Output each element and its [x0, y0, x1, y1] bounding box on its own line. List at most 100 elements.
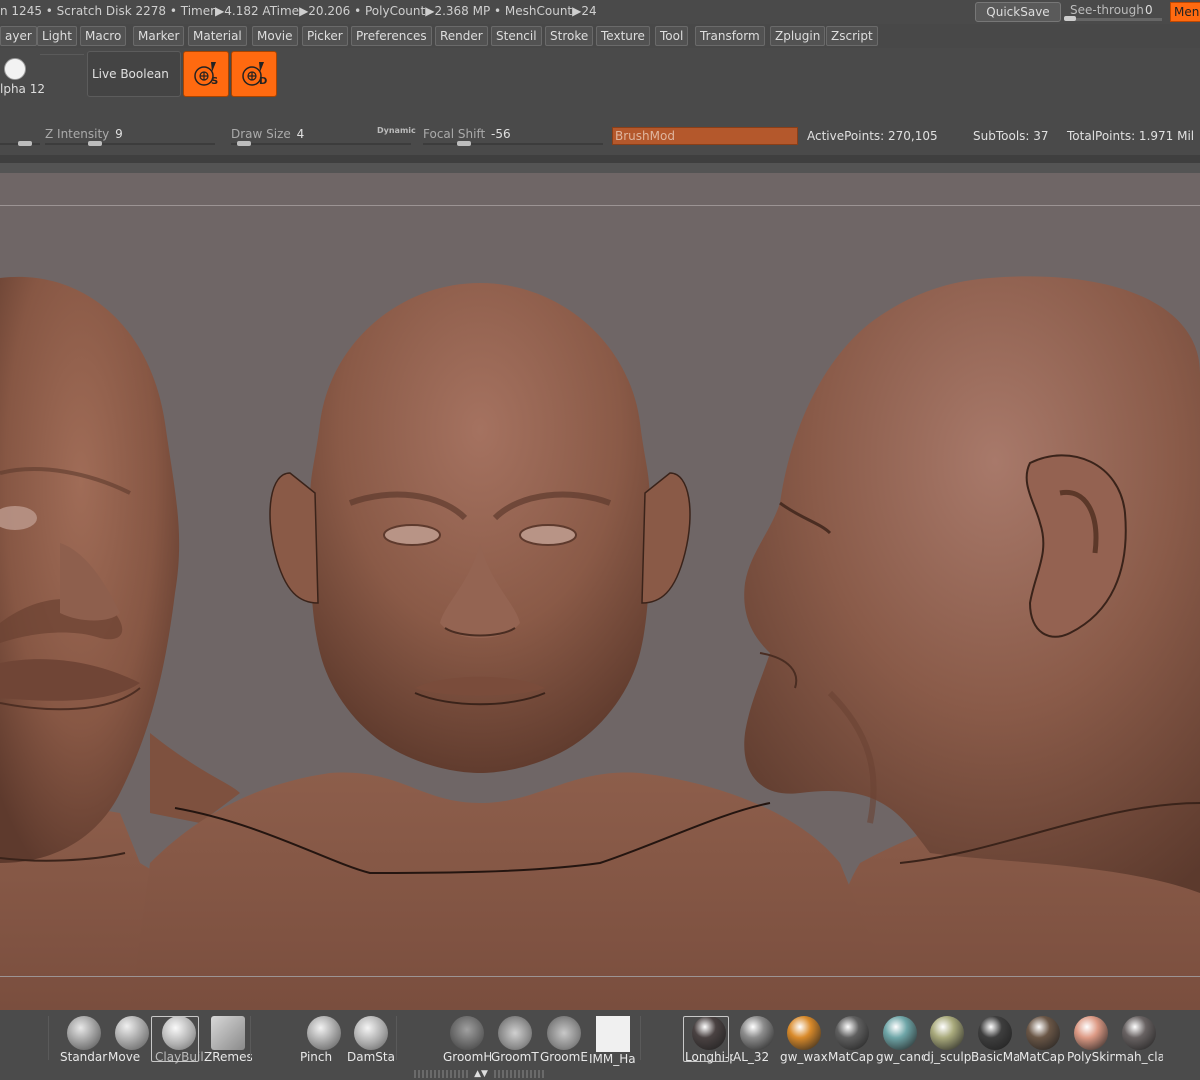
- menu-preferences[interactable]: Preferences: [351, 26, 432, 46]
- material-slot-7[interactable]: MatCap: [1019, 1016, 1067, 1064]
- shelf-separator: [640, 1016, 641, 1060]
- brush-label: ZRemes: [204, 1050, 252, 1064]
- z-intensity-slider[interactable]: Z Intensity 9: [45, 127, 123, 141]
- active-points-readout: ActivePoints: 270,105: [807, 129, 938, 143]
- material-label: MatCap: [828, 1050, 874, 1064]
- damstandard-brush-icon: [354, 1016, 388, 1050]
- sculpt-viewport[interactable]: [0, 173, 1200, 1010]
- material-swatch-icon: [883, 1016, 917, 1050]
- material-slot-8[interactable]: PolySkin: [1067, 1016, 1115, 1064]
- menu-zplugin[interactable]: Zplugin: [770, 26, 826, 46]
- menu-transform[interactable]: Transform: [695, 26, 765, 46]
- menus-button[interactable]: Men: [1170, 2, 1200, 22]
- brush-slot-7[interactable]: GroomT: [491, 1016, 539, 1064]
- dynamic-toggle[interactable]: Dynamic: [377, 126, 416, 135]
- material-slot-9[interactable]: mah_cla: [1115, 1016, 1163, 1064]
- focal-shift-knob[interactable]: [457, 141, 471, 146]
- brush-label: DamSta: [347, 1050, 395, 1064]
- spotlight-s-letter: S: [211, 76, 219, 87]
- menu-macro[interactable]: Macro: [80, 26, 127, 46]
- brush-label: GroomT: [491, 1050, 539, 1064]
- top-status-bar: n 1245 • Scratch Disk 2278 • Timer▶4.182…: [0, 0, 1200, 24]
- spotlight-d-letter: D: [259, 76, 268, 87]
- material-swatch-icon: [740, 1016, 774, 1050]
- material-label: PolySkin: [1067, 1050, 1115, 1064]
- material-label: MatCap: [1019, 1050, 1065, 1064]
- material-swatch-icon: [1026, 1016, 1060, 1050]
- menu-render[interactable]: Render: [435, 26, 488, 46]
- brush-slot-8[interactable]: GroomE: [540, 1016, 588, 1064]
- document-canvas[interactable]: [0, 173, 1200, 1010]
- groom-hairshort-icon: [450, 1016, 484, 1050]
- brush-slot-3[interactable]: ZRemes: [204, 1016, 252, 1064]
- material-swatch-icon: [1074, 1016, 1108, 1050]
- menu-movie[interactable]: Movie: [252, 26, 298, 46]
- brush-label: GroomE: [540, 1050, 588, 1064]
- draw-size-label: Draw Size: [231, 127, 291, 141]
- brush-slot-5[interactable]: DamSta: [347, 1016, 395, 1064]
- brush-label: GroomH: [443, 1050, 491, 1064]
- subtools-readout: SubTools: 37: [973, 129, 1049, 143]
- imm-head-icon: [596, 1016, 630, 1052]
- pinch-brush-icon: [307, 1016, 341, 1050]
- canvas-top-border: [0, 163, 1200, 173]
- canvas-guide-bottom: [0, 976, 1200, 977]
- brush-slot-1[interactable]: Move: [108, 1016, 156, 1064]
- material-slot-5[interactable]: dj_sculp: [923, 1016, 971, 1064]
- brush-slot-6[interactable]: GroomH: [443, 1016, 491, 1064]
- total-points-readout: TotalPoints: 1.971 Mil: [1067, 129, 1195, 143]
- menu-light[interactable]: Light: [37, 26, 77, 46]
- see-through-slider[interactable]: [1066, 18, 1162, 21]
- selected-material-highlight: [683, 1016, 729, 1062]
- menu-picker[interactable]: Picker: [302, 26, 348, 46]
- menu-stroke[interactable]: Stroke: [545, 26, 594, 46]
- z-intensity-knob[interactable]: [88, 141, 102, 146]
- material-label: AL_32: [733, 1050, 770, 1064]
- material-label: dj_sculp: [923, 1050, 971, 1064]
- rgb-intensity-knob[interactable]: [18, 141, 32, 146]
- live-boolean-button[interactable]: Live Boolean: [87, 51, 181, 97]
- material-swatch-icon: [978, 1016, 1012, 1050]
- draw-size-track[interactable]: [231, 143, 411, 145]
- focal-shift-track[interactable]: [423, 143, 603, 145]
- material-swatch-icon: [1122, 1016, 1156, 1050]
- focal-shift-slider[interactable]: Focal Shift -56: [423, 127, 511, 141]
- main-menubar: ayer Light Macro Marker Material Movie Picker P…: [0, 24, 1200, 48]
- brush-label: Move: [108, 1050, 141, 1064]
- focal-shift-value: -56: [491, 127, 511, 141]
- z-intensity-track[interactable]: [45, 143, 215, 145]
- focal-shift-label: Focal Shift: [423, 127, 486, 141]
- see-through-slider-knob[interactable]: [1064, 16, 1076, 21]
- material-slot-6[interactable]: BasicMa: [971, 1016, 1019, 1064]
- menu-ayer[interactable]: ayer: [0, 26, 37, 46]
- material-slot-1[interactable]: AL_32: [733, 1016, 781, 1064]
- move-brush-icon: [115, 1016, 149, 1050]
- menu-texture[interactable]: Texture: [596, 26, 650, 46]
- material-slot-2[interactable]: gw_wax: [780, 1016, 828, 1064]
- brush-slot-4[interactable]: Pinch: [300, 1016, 348, 1064]
- see-through-label: See-through: [1070, 3, 1144, 17]
- menu-marker[interactable]: Marker: [133, 26, 185, 46]
- draw-size-slider[interactable]: Draw Size 4: [231, 127, 304, 141]
- material-slot-4[interactable]: gw_canc: [876, 1016, 924, 1064]
- brush-slot-0[interactable]: Standar: [60, 1016, 108, 1064]
- material-swatch-icon: [930, 1016, 964, 1050]
- material-label: gw_wax: [780, 1050, 828, 1064]
- menu-stencil[interactable]: Stencil: [491, 26, 542, 46]
- shelf-border: [0, 155, 1200, 163]
- alpha-thumbnail[interactable]: [4, 58, 26, 80]
- menu-material[interactable]: Material: [188, 26, 247, 46]
- brushmod-slider[interactable]: BrushMod: [612, 127, 798, 145]
- brush-slot-9[interactable]: IMM_Ha: [589, 1016, 637, 1066]
- material-slot-3[interactable]: MatCap: [828, 1016, 876, 1064]
- spotlight-s-button[interactable]: S: [183, 51, 229, 97]
- alpha-label: lpha 12: [0, 82, 45, 96]
- quicksave-button[interactable]: QuickSave: [975, 2, 1061, 22]
- brush-label: IMM_Ha: [589, 1052, 636, 1066]
- tray-expand-arrows[interactable]: ▲▼: [470, 1069, 492, 1079]
- menu-tool[interactable]: Tool: [655, 26, 689, 46]
- spotlight-d-button[interactable]: D: [231, 51, 277, 97]
- draw-size-knob[interactable]: [237, 141, 251, 146]
- menu-zscript[interactable]: Zscript: [826, 26, 878, 46]
- material-label: BasicMa: [971, 1050, 1019, 1064]
